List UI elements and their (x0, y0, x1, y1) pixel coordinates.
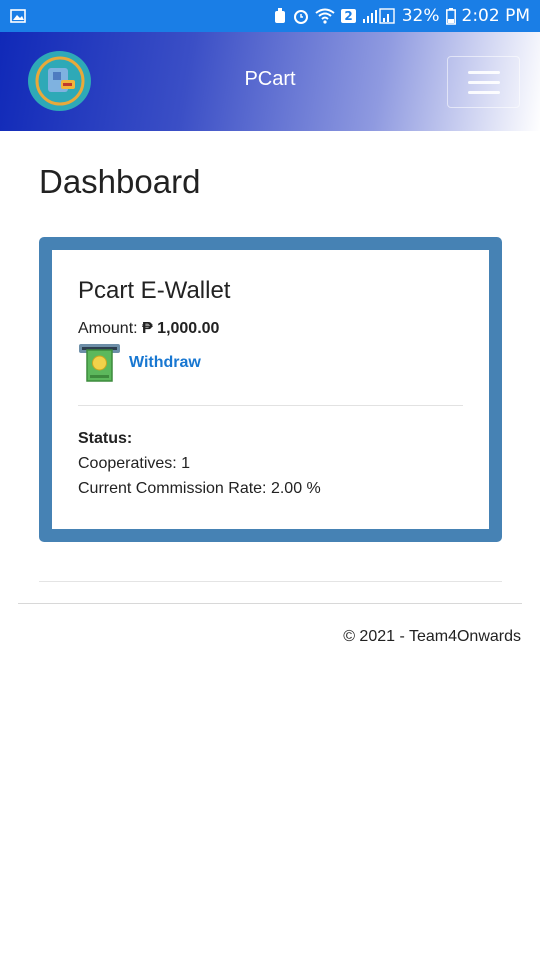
clock-time: 2:02 PM (461, 6, 531, 26)
section-divider (39, 581, 502, 582)
footer-copyright: © 2021 - Team4Onwards (343, 628, 521, 645)
hamburger-line (467, 70, 500, 74)
wallet-card-body: Pcart E-Wallet Amount: ₱ 1,000.00 Withdr… (52, 250, 489, 529)
battery-icon (445, 7, 456, 25)
image-icon (10, 9, 26, 23)
amount-label: Amount: (78, 320, 138, 337)
wallet-title: Pcart E-Wallet (78, 277, 231, 304)
withdraw-row: Withdraw (78, 343, 201, 383)
wallet-card: Pcart E-Wallet Amount: ₱ 1,000.00 Withdr… (39, 237, 502, 542)
commission-rate: Current Commission Rate: 2.00 % (78, 480, 321, 497)
status-bar: 2 32% 2:02 PM (0, 0, 540, 32)
hamburger-menu-button[interactable] (447, 56, 520, 108)
card-divider (78, 405, 463, 406)
atm-cash-icon[interactable] (78, 343, 121, 383)
alarm-clock-icon (293, 8, 309, 24)
notification-icon (273, 8, 287, 24)
sim-badge: 2 (341, 9, 356, 23)
wifi-icon (315, 8, 335, 24)
page-title: Dashboard (39, 163, 201, 200)
footer-divider (18, 603, 522, 604)
battery-percent: 32% (401, 6, 440, 26)
cooperatives-count: Cooperatives: 1 (78, 455, 191, 472)
hamburger-line (467, 80, 500, 84)
status-label: Status: (78, 430, 133, 447)
top-navbar: PCart (0, 32, 540, 131)
amount-value: ₱ 1,000.00 (142, 320, 220, 337)
withdraw-link[interactable]: Withdraw (129, 354, 201, 372)
signal-icon (362, 8, 396, 24)
amount-row: Amount: ₱ 1,000.00 (78, 320, 219, 338)
hamburger-line (467, 90, 500, 94)
